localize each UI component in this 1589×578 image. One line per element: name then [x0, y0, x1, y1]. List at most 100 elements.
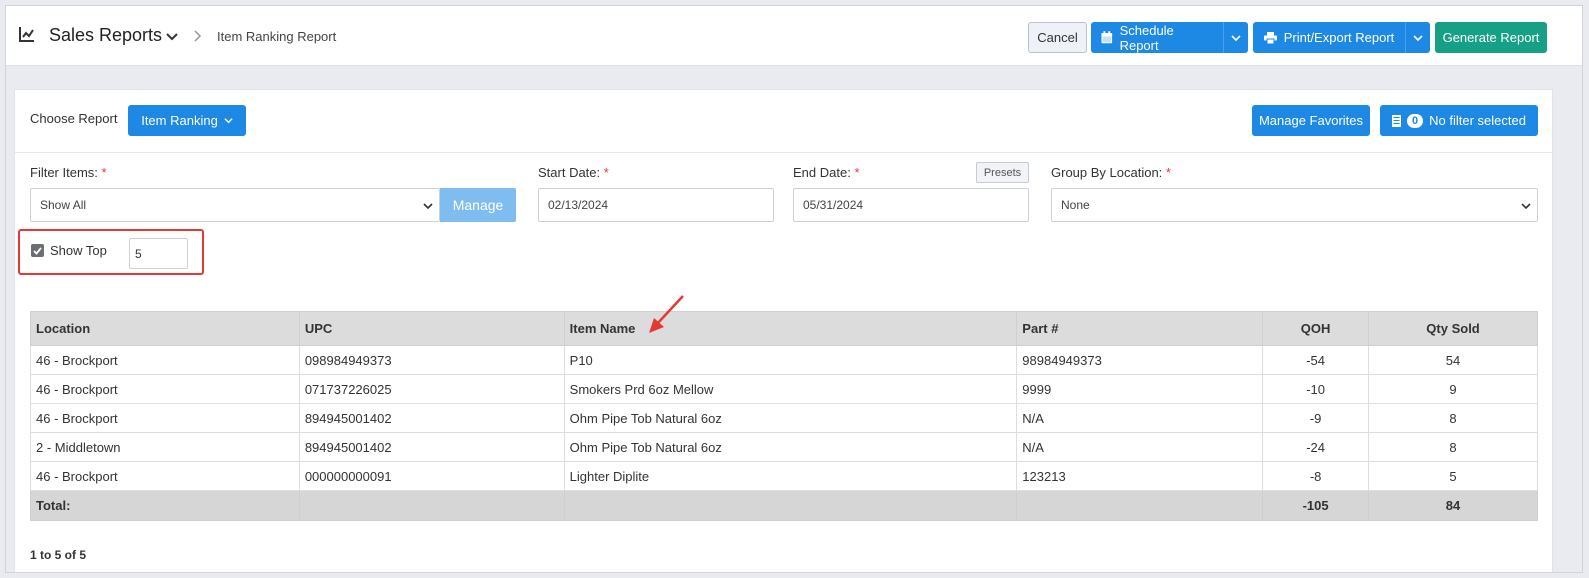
cell-part: 9999 — [1016, 374, 1264, 404]
chevron-right-icon — [194, 30, 202, 42]
group-by-label-text: Group By Location: — [1051, 165, 1163, 180]
choose-report-label: Choose Report — [30, 111, 118, 126]
choose-report-row: Choose Report Item Ranking Manage Favori… — [15, 90, 1552, 153]
start-date-label: Start Date: * — [538, 165, 609, 180]
cell-item-name: Lighter Diplite — [563, 461, 1018, 491]
print-export-button[interactable]: Print/Export Report — [1253, 22, 1405, 53]
cell-item-name: Smokers Prd 6oz Mellow — [563, 374, 1018, 404]
cell-part: N/A — [1016, 432, 1264, 462]
cell-upc: 894945001402 — [298, 403, 565, 433]
cell-qoh: -9 — [1262, 403, 1370, 433]
schedule-report-button[interactable]: Schedule Report — [1091, 22, 1223, 53]
cell-item-name: Ohm Pipe Tob Natural 6oz — [563, 403, 1018, 433]
end-date-input[interactable]: 05/31/2024 — [793, 188, 1029, 222]
total-empty-cell — [298, 490, 565, 521]
manage-favorites-button[interactable]: Manage Favorites — [1252, 105, 1370, 136]
page-title[interactable]: Sales Reports — [49, 25, 162, 46]
filter-selection-label: No filter selected — [1429, 113, 1526, 128]
start-date-value: 02/13/2024 — [548, 198, 609, 212]
start-date-label-text: Start Date: — [538, 165, 601, 180]
cell-qty-sold: 54 — [1368, 345, 1538, 375]
cell-part: 123213 — [1016, 461, 1264, 491]
filter-items-label: Filter Items: * — [30, 165, 107, 180]
cell-qoh: -24 — [1262, 432, 1370, 462]
report-table: Location UPC Item Name Part # QOH Qty So… — [30, 311, 1538, 521]
column-header-part[interactable]: Part # — [1016, 311, 1264, 346]
table-row: 2 - Middletown 894945001402 Ohm Pipe Tob… — [30, 432, 1538, 462]
checkmark-icon — [33, 246, 42, 255]
required-mark: * — [101, 165, 107, 180]
schedule-report-label: Schedule Report — [1119, 22, 1174, 53]
show-top-label: Show Top — [50, 243, 107, 258]
chevron-down-icon — [1521, 203, 1531, 210]
column-header-upc[interactable]: UPC — [298, 311, 565, 346]
table-total-row: Total: -105 84 — [30, 490, 1538, 521]
print-export-split-button: Print/Export Report — [1253, 22, 1430, 53]
generate-report-button[interactable]: Generate Report — [1435, 22, 1547, 53]
print-export-dropdown[interactable] — [1405, 22, 1430, 53]
cell-part: 98984949373 — [1016, 345, 1264, 375]
cell-item-name: P10 — [563, 345, 1018, 375]
filter-count-badge: 0 — [1407, 113, 1424, 128]
chevron-down-icon — [1413, 34, 1423, 41]
cell-qty-sold: 5 — [1368, 461, 1538, 491]
column-header-location[interactable]: Location — [30, 311, 300, 346]
cell-qty-sold: 8 — [1368, 432, 1538, 462]
report-card: Choose Report Item Ranking Manage Favori… — [14, 89, 1553, 572]
schedule-report-dropdown[interactable] — [1223, 22, 1248, 53]
breadcrumb: Item Ranking Report — [217, 29, 337, 44]
presets-button[interactable]: Presets — [976, 162, 1029, 183]
annotation-arrow-icon — [649, 295, 684, 333]
cell-qoh: -10 — [1262, 374, 1370, 404]
chevron-down-icon[interactable] — [165, 30, 179, 44]
cell-item-name: Ohm Pipe Tob Natural 6oz — [563, 432, 1018, 462]
filter-items-select[interactable]: Show All — [30, 188, 440, 222]
print-export-label: Print/Export Report — [1283, 30, 1395, 45]
cancel-button[interactable]: Cancel — [1028, 22, 1087, 53]
column-header-item-name[interactable]: Item Name — [563, 311, 1018, 346]
start-date-input[interactable]: 02/13/2024 — [538, 188, 774, 222]
required-mark: * — [854, 165, 860, 180]
group-by-location-select[interactable]: None — [1051, 188, 1538, 222]
total-label: Total: — [30, 490, 300, 521]
pagination-info: 1 to 5 of 5 — [30, 548, 87, 562]
cell-qoh: -54 — [1262, 345, 1370, 375]
cell-part: N/A — [1016, 403, 1264, 433]
column-header-qty-sold[interactable]: Qty Sold — [1368, 311, 1538, 346]
chevron-down-icon — [1231, 34, 1241, 41]
cell-location: 46 - Brockport — [30, 461, 300, 491]
cell-qty-sold: 8 — [1368, 403, 1538, 433]
column-header-qoh[interactable]: QOH — [1262, 311, 1370, 346]
table-row: 46 - Brockport 071737226025 Smokers Prd … — [30, 374, 1538, 404]
chevron-down-icon — [423, 203, 433, 210]
table-header-row: Location UPC Item Name Part # QOH Qty So… — [30, 311, 1538, 346]
filter-selection-button[interactable]: 0 No filter selected — [1380, 105, 1538, 136]
total-qty-sold: 84 — [1368, 490, 1538, 521]
end-date-label: End Date: * — [793, 165, 860, 180]
chevron-down-icon — [224, 118, 233, 124]
cell-qty-sold: 9 — [1368, 374, 1538, 404]
cell-location: 46 - Brockport — [30, 374, 300, 404]
schedule-report-split-button: Schedule Report — [1091, 22, 1248, 53]
cell-upc: 894945001402 — [298, 432, 565, 462]
required-mark: * — [603, 165, 609, 180]
group-by-location-label: Group By Location: * — [1051, 165, 1171, 180]
manage-button[interactable]: Manage — [440, 188, 516, 222]
printer-icon — [1263, 31, 1277, 44]
total-empty-cell — [1016, 490, 1264, 521]
line-chart-icon — [19, 27, 34, 42]
filter-list-icon — [1392, 114, 1402, 127]
group-by-value: None — [1061, 198, 1090, 212]
report-type-dropdown[interactable]: Item Ranking — [128, 105, 246, 136]
end-date-value: 05/31/2024 — [803, 198, 864, 212]
total-qoh: -105 — [1262, 490, 1370, 521]
table-row: 46 - Brockport 894945001402 Ohm Pipe Tob… — [30, 403, 1538, 433]
filter-items-value: Show All — [40, 198, 87, 212]
end-date-label-text: End Date: — [793, 165, 851, 180]
filter-items-label-text: Filter Items: — [30, 165, 98, 180]
show-top-checkbox[interactable] — [31, 244, 44, 257]
cell-location: 2 - Middletown — [30, 432, 300, 462]
cell-upc: 071737226025 — [298, 374, 565, 404]
app-frame: Sales Reports Item Ranking Report Cancel… — [5, 5, 1583, 573]
show-top-input[interactable]: 5 — [129, 238, 188, 269]
